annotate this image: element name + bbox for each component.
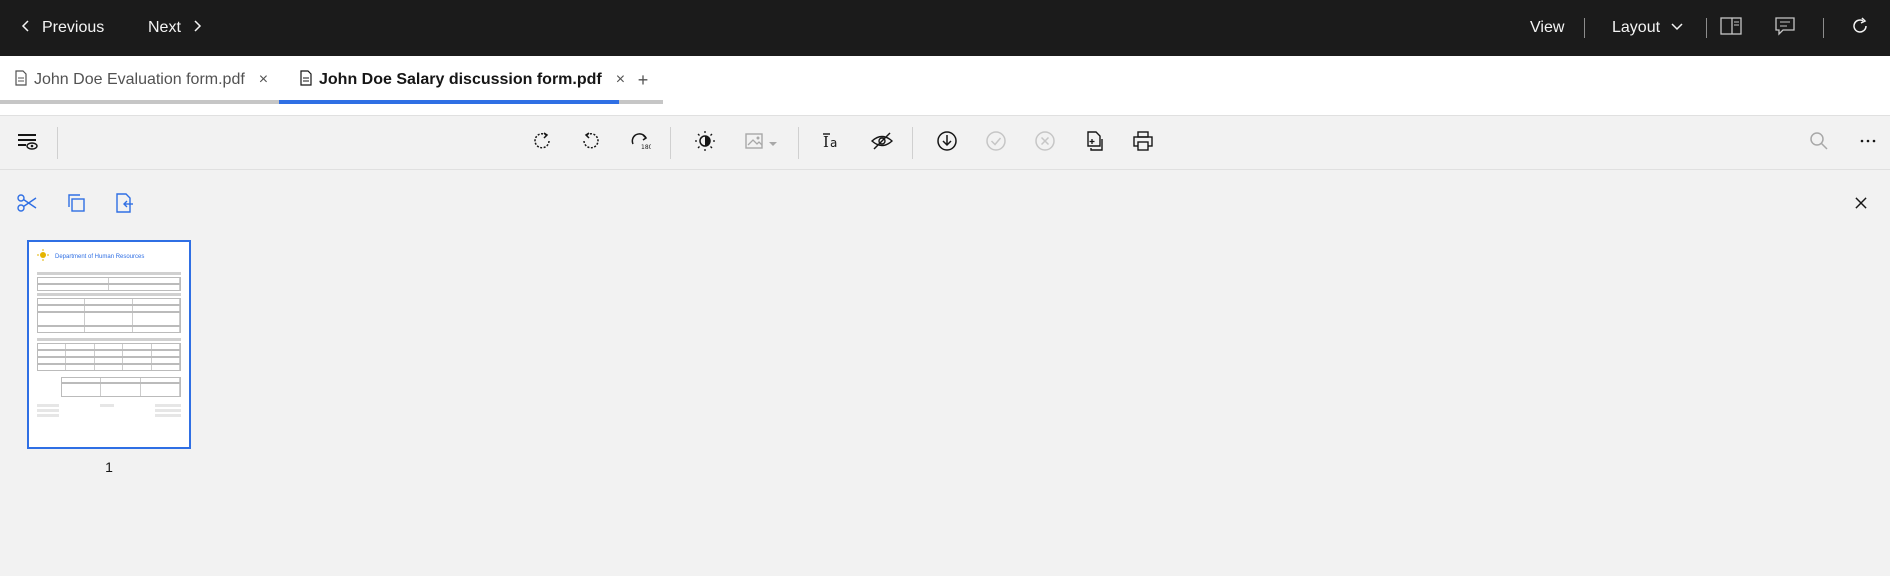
previous-button[interactable]: Previous [20,0,104,56]
tab-label: John Doe Evaluation form.pdf [34,71,245,88]
rotate-clockwise-button[interactable] [526,127,558,159]
svg-text:180: 180 [641,144,651,151]
thumbnail-title: Department of Human Resources [55,254,145,260]
copy-pages-icon [1083,130,1105,157]
text-recognition-icon: Ia [821,130,843,157]
next-button[interactable]: Next [148,0,203,56]
rotate-counterclockwise-icon [580,130,602,157]
accept-button[interactable] [980,127,1012,159]
search-button[interactable] [1803,127,1835,159]
page-number-label: 1 [105,459,113,475]
copy-pages-button[interactable] [1078,127,1110,159]
view-label: View [1530,19,1565,36]
chevron-down-icon [1670,19,1684,37]
refresh-icon [1850,16,1870,41]
caret-down-icon [768,134,778,152]
contrast-button[interactable] [689,127,721,159]
reject-icon [1034,130,1056,157]
previous-label: Previous [42,19,105,36]
view-options-icon [16,130,38,157]
contrast-icon [694,130,716,157]
svg-text:I: I [823,133,829,151]
cut-page-button[interactable] [12,190,42,220]
tab-salary-discussion-form[interactable]: John Doe Salary discussion form.pdf × [285,56,639,104]
thumbnail-header: Department of Human Resources [37,248,181,266]
download-button[interactable] [931,127,963,159]
cut-icon [16,192,38,219]
print-icon [1132,130,1154,157]
close-icon [1853,195,1869,216]
close-panel-button[interactable] [1846,190,1876,220]
toolbar-divider [912,127,913,159]
refresh-button[interactable] [1850,0,1870,56]
add-tab-button[interactable]: + [632,56,654,104]
view-options-button[interactable] [11,127,43,159]
copy-page-button[interactable] [61,190,91,220]
next-label: Next [148,19,181,36]
text-recognition-button[interactable]: Ia [816,127,848,159]
page-thumbnail[interactable]: Department of Human Resources [27,240,191,449]
toolbar-divider [57,127,58,159]
hide-annotations-icon [870,130,894,157]
document-toolbar: 180 Ia [0,116,1890,170]
view-menu-button[interactable]: View [1530,0,1564,56]
thumbnail-content [37,272,181,419]
side-panel-icon [1720,16,1742,40]
rotate-180-icon: 180 [629,130,653,157]
pdf-file-icon [299,69,313,91]
paste-page-button[interactable] [110,190,140,220]
overflow-menu-button[interactable] [1852,127,1884,159]
comment-icon [1774,16,1796,41]
reject-button[interactable] [1029,127,1061,159]
chevron-left-icon [20,19,32,38]
overflow-menu-icon [1857,130,1879,157]
divider [1706,18,1707,38]
divider [1584,18,1585,38]
layout-menu-button[interactable]: Layout [1612,0,1684,56]
svg-text:a: a [830,136,837,150]
rotate-180-button[interactable]: 180 [624,127,656,159]
document-tabs: John Doe Evaluation form.pdf × John Doe … [0,56,1890,116]
chevron-right-icon [191,19,203,38]
top-navigation-bar: Previous Next View Layout [0,0,1890,56]
comments-button[interactable] [1774,0,1796,56]
close-tab-icon[interactable]: × [259,71,268,89]
divider [1823,18,1824,38]
hide-annotations-button[interactable] [866,127,898,159]
toolbar-divider [798,127,799,159]
tab-evaluation-form[interactable]: John Doe Evaluation form.pdf × [0,56,282,104]
image-adjust-dropdown[interactable] [738,127,784,159]
rotate-clockwise-icon [531,130,553,157]
rotate-counterclockwise-button[interactable] [575,127,607,159]
search-icon [1808,130,1830,157]
copy-icon [65,192,87,219]
image-adjust-icon [744,130,766,157]
paste-page-icon [114,192,136,219]
toolbar-divider [670,127,671,159]
side-panel-toggle[interactable] [1720,0,1742,56]
pdf-file-icon [14,69,28,91]
logo-icon [37,248,49,266]
accept-icon [985,130,1007,157]
layout-label: Layout [1612,19,1661,36]
tab-label: John Doe Salary discussion form.pdf [319,71,602,88]
print-button[interactable] [1127,127,1159,159]
download-icon [936,130,958,157]
close-tab-icon[interactable]: × [616,71,625,89]
